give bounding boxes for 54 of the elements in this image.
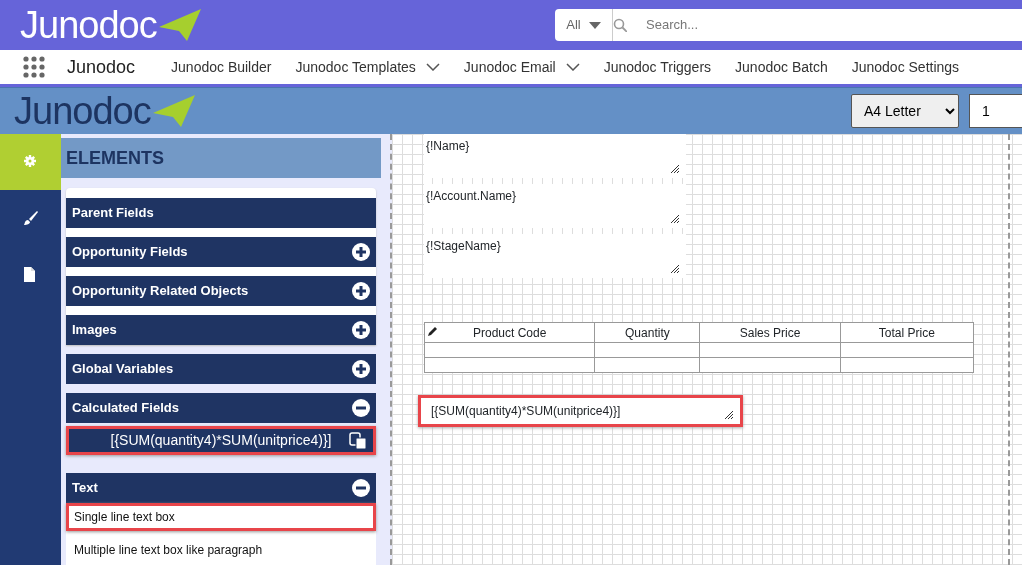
resize-handle-icon[interactable] [724,410,734,420]
panel-title: ELEMENTS [61,138,381,178]
merge-field-text: {!Name} [426,139,470,153]
merge-field-text: {!StageName} [426,239,501,253]
caret-icon[interactable] [588,21,601,29]
column-header: Quantity [594,322,700,343]
column-header: Product Code [424,322,595,343]
accordion-header[interactable]: Text [66,473,376,503]
logo-text: Junodoc [14,92,151,130]
merge-field-box[interactable]: {!Name} [424,134,686,178]
text-element-item[interactable]: Single line text box [66,503,376,531]
page-size-dropdown[interactable]: A4 Letter [851,94,959,128]
resize-handle-icon[interactable] [670,214,680,224]
search-icon [613,18,627,32]
page-number-field[interactable]: 1 [969,94,1022,128]
chevron-down-icon[interactable] [565,63,580,71]
brush-icon [22,210,39,226]
nav-tab[interactable]: Junodoc Email [463,56,580,78]
calculated-field-item[interactable]: [{SUM(quantity4)*SUM(unitprice4)}] [66,426,376,455]
accordion-header[interactable]: Opportunity Fields [66,237,376,267]
column-header: Total Price [840,322,974,343]
expand-icon[interactable] [352,321,370,339]
expand-icon[interactable] [352,243,370,261]
logo-text: Junodoc [20,6,157,44]
search-field[interactable]: All Search... [555,9,1022,41]
merge-field-box[interactable]: {!Account.Name} [424,184,686,228]
column-header: Sales Price [700,322,841,343]
nav-tab[interactable]: Junodoc Templates [295,56,440,78]
copy-icon[interactable] [349,432,367,450]
app-name: Junodoc [67,55,136,79]
expand-icon[interactable] [352,360,370,378]
formula-field-box[interactable]: [{SUM(quantity4)*SUM(unitprice4)}] [418,395,743,427]
merge-field-box[interactable]: {!StageName} [424,234,686,278]
accordion-header[interactable]: Opportunity Related Objects [66,276,376,306]
scope-label[interactable]: All [566,15,581,35]
resize-handle-icon[interactable] [670,164,680,174]
chevron-down-icon[interactable] [425,63,440,71]
expand-icon[interactable] [352,282,370,300]
collapse-icon[interactable] [352,479,370,497]
accordion-header[interactable]: Global Variables [66,354,376,384]
accordion-header[interactable]: Images [66,315,376,345]
nav-tab[interactable]: Junodoc Settings [851,56,960,78]
nav-tab[interactable]: Junodoc Builder [171,56,272,78]
gear-icon [22,154,39,170]
accordion-header[interactable]: Calculated Fields [66,393,376,423]
collapse-icon[interactable] [352,399,370,417]
merge-field-text: {!Account.Name} [426,189,517,203]
nav-tab[interactable]: Junodoc Triggers [603,56,712,78]
nav-tab[interactable]: Junodoc Batch [735,56,828,78]
formula-text: [{SUM(quantity4)*SUM(unitprice4)}] [431,404,621,418]
app-launcher-icon[interactable] [23,56,45,78]
pencil-icon[interactable] [427,325,438,337]
accordion-header[interactable]: Parent Fields [66,198,376,228]
resize-handle-icon[interactable] [670,264,680,274]
